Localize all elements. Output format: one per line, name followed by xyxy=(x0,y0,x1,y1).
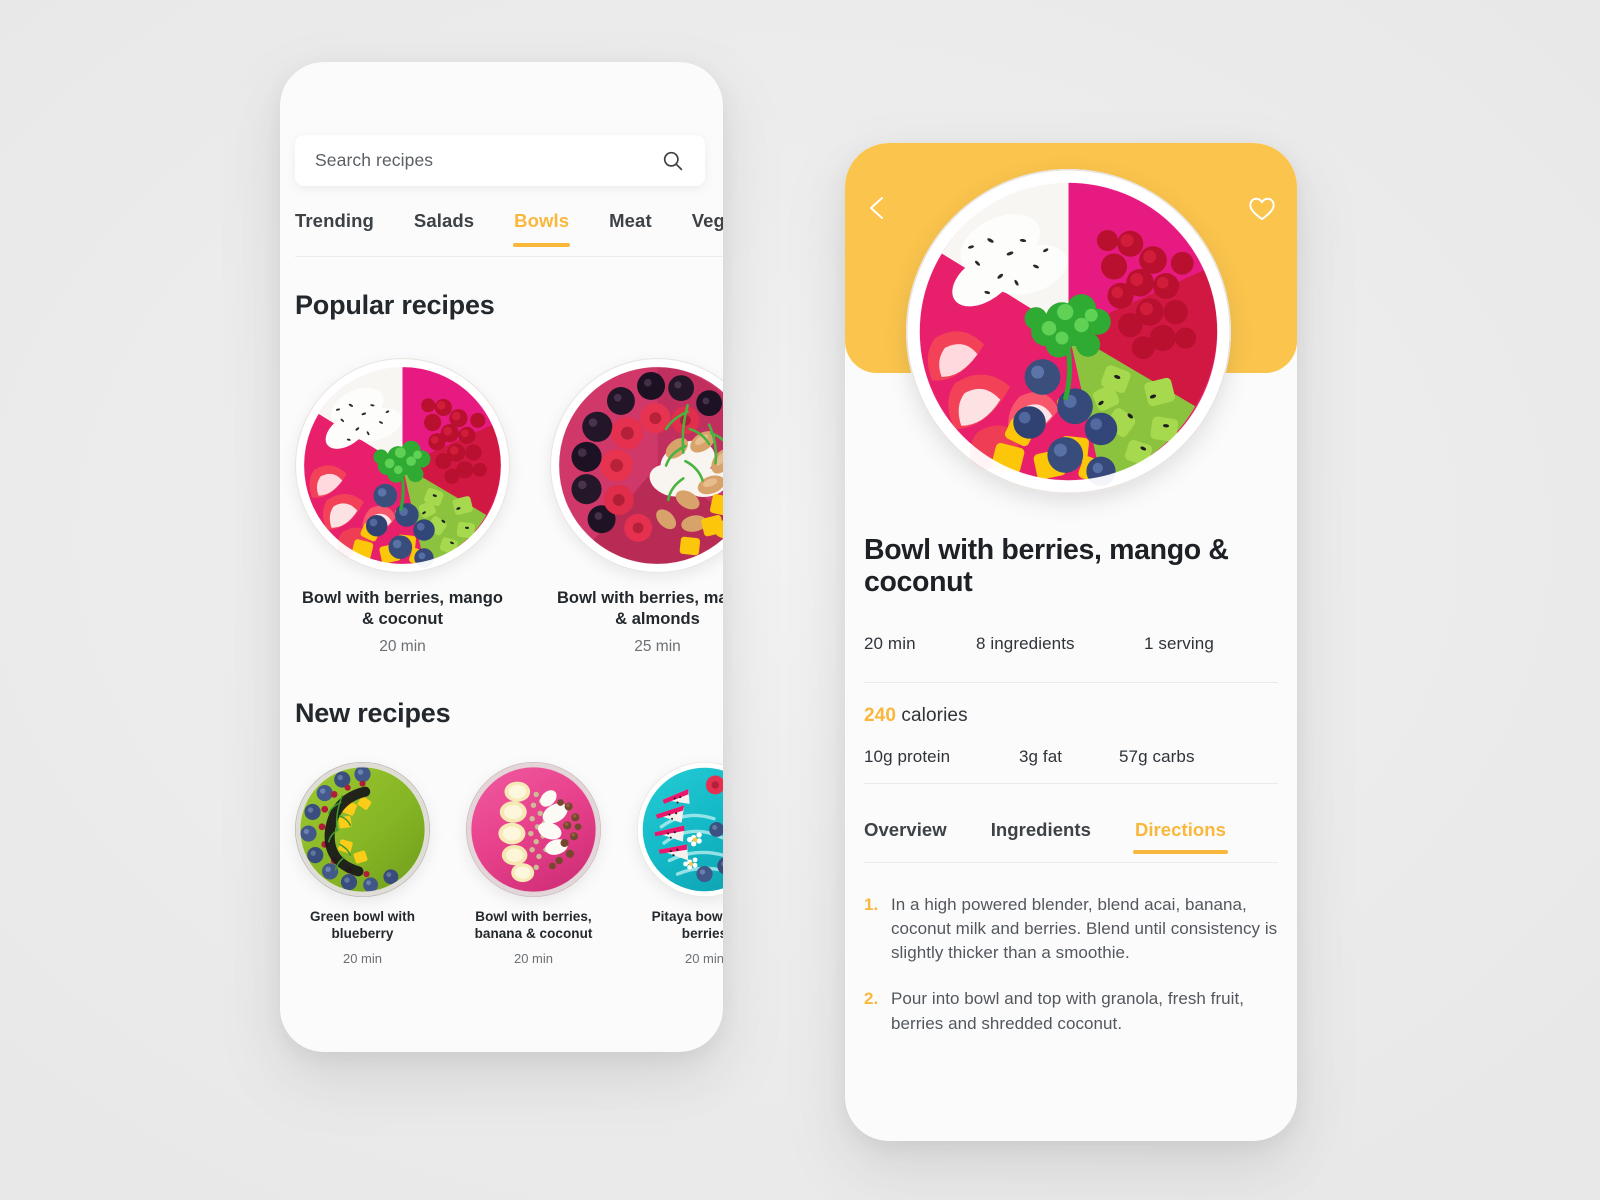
category-tabs[interactable]: Trending Salads Bowls Meat Veg xyxy=(295,210,723,258)
calories-line: 240 calories xyxy=(864,705,968,727)
recipe-name: Green bowl with blueberry xyxy=(309,909,415,941)
directions-list: 1. In a high powered blender, blend acai… xyxy=(864,893,1278,1058)
tab-salads[interactable]: Salads xyxy=(414,210,474,247)
calories-label: calories xyxy=(896,705,968,726)
recipe-name: Pitaya bowl with berries xyxy=(651,909,723,941)
recipe-time: 25 min xyxy=(634,638,681,656)
macro-protein: 10g protein xyxy=(864,747,951,766)
calories-value: 240 xyxy=(864,705,897,726)
detail-tabs-divider xyxy=(864,862,1278,863)
tab-directions[interactable]: Directions xyxy=(1132,819,1228,854)
recipe-image-bowl-berries-mango-almonds[interactable] xyxy=(550,358,723,573)
step-number: 1. xyxy=(864,895,879,914)
recipe-card[interactable]: Green bowl with blueberry 20 min xyxy=(295,762,430,966)
step-text: In a high powered blender, blend acai, b… xyxy=(891,895,1278,963)
recipe-name: Bowl with berries, banana & coconut xyxy=(474,909,593,941)
tab-overview[interactable]: Overview xyxy=(864,819,947,854)
tab-veg[interactable]: Veg xyxy=(692,210,723,247)
recipe-card[interactable]: Bowl with berries, banana & coconut 20 m… xyxy=(466,762,601,966)
recipe-image-green-bowl-blueberry[interactable] xyxy=(295,762,430,897)
macro-fat: 3g fat xyxy=(1019,747,1063,766)
recipe-name: Bowl with berries, mango & coconut xyxy=(301,589,504,628)
detail-tabs[interactable]: Overview Ingredients Directions xyxy=(864,819,1278,854)
phone-home-screen: Search recipes Trending Salads Bowls Mea… xyxy=(280,62,723,1052)
direction-step: 2. Pour into bowl and top with granola, … xyxy=(864,987,1278,1035)
meta-time: 20 min xyxy=(864,634,916,653)
tab-ingredients[interactable]: Ingredients xyxy=(991,819,1091,854)
page-background xyxy=(0,0,1600,1200)
back-button[interactable] xyxy=(861,191,895,225)
phone-detail-screen: Bowl with berries, mango & coconut 20 mi… xyxy=(845,143,1297,1141)
tab-meat[interactable]: Meat xyxy=(609,210,652,247)
search-bar[interactable]: Search recipes xyxy=(295,135,705,186)
search-input[interactable]: Search recipes xyxy=(315,150,661,171)
macro-carbs: 57g carbs xyxy=(1119,747,1195,766)
macros-row: 10g protein 3g fat 57g carbs xyxy=(864,747,1274,767)
recipe-hero-image xyxy=(906,169,1231,494)
meta-divider xyxy=(864,682,1278,683)
recipe-card[interactable]: Bowl with berries, mango & almonds 25 mi… xyxy=(550,358,723,656)
recipe-card[interactable]: Pitaya bowl with berries 20 min xyxy=(637,762,723,966)
tab-trending[interactable]: Trending xyxy=(295,210,374,247)
recipe-time: 20 min xyxy=(684,950,723,966)
section-title-new: New recipes xyxy=(295,698,451,728)
section-title-popular: Popular recipes xyxy=(295,290,495,320)
direction-step: 1. In a high powered blender, blend acai… xyxy=(864,893,1278,965)
recipe-card[interactable]: Bowl with berries, mango & coconut 20 mi… xyxy=(295,358,510,656)
recipe-title: Bowl with berries, mango & coconut xyxy=(864,534,1229,599)
recipe-time: 20 min xyxy=(342,950,383,966)
recipe-image-bowl-berries-banana-coconut[interactable] xyxy=(466,762,601,897)
meta-ingredients: 8 ingredients xyxy=(976,634,1075,653)
recipe-meta-row: 20 min 8 ingredients 1 serving xyxy=(864,634,1274,654)
meta-servings: 1 serving xyxy=(1144,634,1214,653)
nutrition-divider xyxy=(864,783,1278,784)
step-number: 2. xyxy=(864,989,879,1009)
recipe-time: 20 min xyxy=(379,638,426,656)
tab-bowls[interactable]: Bowls xyxy=(513,210,571,247)
new-recipes-row[interactable]: Green bowl with blueberry 20 min Bowl wi… xyxy=(295,762,723,966)
search-icon[interactable] xyxy=(661,149,685,173)
recipe-image-pitaya-bowl-berries[interactable] xyxy=(637,762,723,897)
recipe-time: 20 min xyxy=(513,950,554,966)
popular-recipes-row[interactable]: Bowl with berries, mango & coconut 20 mi… xyxy=(295,358,723,656)
favorite-heart-icon[interactable] xyxy=(1245,191,1279,225)
recipe-image-bowl-berries-mango-coconut[interactable] xyxy=(295,358,510,573)
recipe-name: Bowl with berries, mango & almonds xyxy=(556,589,723,628)
tabs-divider xyxy=(295,256,723,257)
step-text: Pour into bowl and top with granola, fre… xyxy=(891,989,1245,1033)
